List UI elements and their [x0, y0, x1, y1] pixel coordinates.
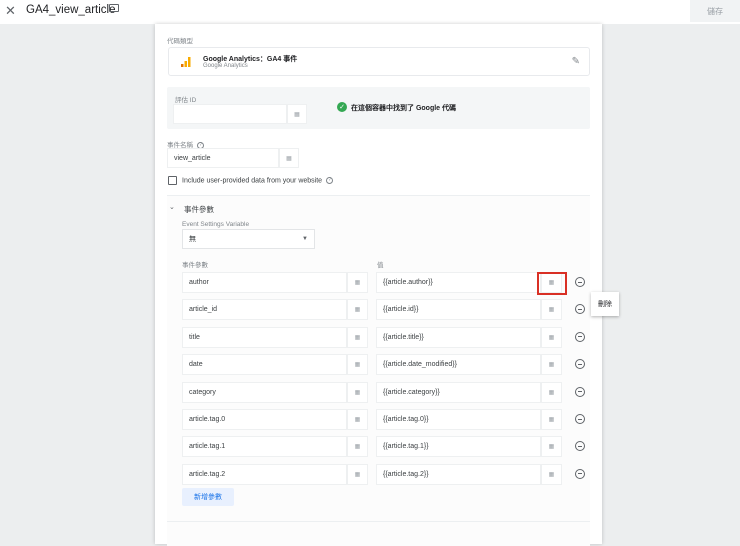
- edit-pencil-icon[interactable]: ✎: [572, 56, 580, 67]
- measurement-id-input[interactable]: [173, 104, 287, 124]
- divider: [167, 521, 590, 522]
- section-title[interactable]: 事件參數: [184, 204, 214, 215]
- value-column-label: 值: [377, 262, 384, 269]
- param-name-input[interactable]: category: [182, 381, 347, 403]
- param-value-input[interactable]: {{article.tag.1}}: [376, 436, 541, 458]
- param-value-input[interactable]: {{article.tag.0}}: [376, 409, 541, 430]
- param-value-input[interactable]: {{article.author}}: [376, 272, 541, 293]
- param-column-label: 事件參數: [182, 262, 208, 269]
- top-bar: ✕ GA4_view_article 儲存: [0, 0, 740, 24]
- event-name-input[interactable]: view_article: [167, 148, 279, 168]
- highlight-box: [537, 272, 567, 295]
- variable-picker-icon[interactable]: ▦: [541, 463, 562, 485]
- variable-picker-icon[interactable]: ▦: [287, 104, 307, 124]
- measurement-status: 在這個容器中找到了 Google 代碼: [351, 105, 456, 112]
- param-name-input[interactable]: article.tag.2: [182, 463, 347, 485]
- param-name-input[interactable]: article_id: [182, 299, 347, 321]
- folder-icon[interactable]: [109, 4, 119, 12]
- variable-picker-icon[interactable]: ▦: [347, 381, 368, 403]
- check-icon: ✓: [337, 102, 347, 112]
- measurement-id-section: 評估 ID ▦ ✓ 在這個容器中找到了 Google 代碼: [167, 87, 590, 129]
- remove-row-icon[interactable]: [575, 468, 585, 479]
- tag-config-panel: 代碼類型 Google Analytics：GA4 事件 Google Anal…: [155, 24, 602, 546]
- tag-title[interactable]: GA4_view_article: [26, 4, 115, 16]
- variable-picker-icon[interactable]: ▦: [541, 326, 562, 348]
- remove-row-icon[interactable]: [575, 277, 585, 287]
- param-name-input[interactable]: date: [182, 354, 347, 376]
- settings-var-select[interactable]: 無 ▼: [182, 229, 315, 249]
- param-name-input[interactable]: article.tag.1: [182, 436, 347, 458]
- param-name-input[interactable]: article.tag.0: [182, 409, 347, 430]
- variable-picker-icon[interactable]: ▦: [347, 409, 368, 430]
- analytics-icon: [181, 57, 191, 67]
- tag-type-label: 代碼類型: [167, 38, 193, 45]
- include-user-data-checkbox[interactable]: [168, 176, 177, 185]
- close-icon[interactable]: ✕: [5, 3, 16, 19]
- settings-var-label: Event Settings Variable: [182, 221, 250, 228]
- variable-picker-icon[interactable]: ▦: [347, 463, 368, 485]
- include-user-data-label: Include user-provided data from your web…: [182, 177, 334, 185]
- variable-picker-icon[interactable]: ▦: [347, 299, 368, 321]
- remove-row-icon[interactable]: [575, 414, 585, 424]
- param-value-input[interactable]: {{article.date_modified}}: [376, 354, 541, 376]
- param-value-input[interactable]: {{article.category}}: [376, 381, 541, 403]
- variable-picker-icon[interactable]: ▦: [347, 326, 368, 348]
- remove-row-icon[interactable]: [575, 386, 585, 397]
- delete-tooltip: 刪除: [591, 292, 619, 316]
- variable-picker-icon[interactable]: ▦: [347, 436, 368, 458]
- remove-row-icon[interactable]: [575, 331, 585, 342]
- param-value-input[interactable]: {{article.id}}: [376, 299, 541, 321]
- tag-type-card[interactable]: Google Analytics：GA4 事件 Google Analytics…: [168, 47, 590, 76]
- variable-picker-icon[interactable]: ▦: [347, 272, 368, 293]
- save-button[interactable]: 儲存: [690, 0, 740, 22]
- variable-picker-icon[interactable]: ▦: [541, 436, 562, 458]
- help-icon[interactable]: ?: [326, 177, 334, 184]
- variable-picker-icon[interactable]: ▦: [347, 354, 368, 376]
- dropdown-arrow-icon: ▼: [302, 236, 308, 242]
- variable-picker-icon[interactable]: ▦: [279, 148, 299, 168]
- chevron-down-icon[interactable]: ⌄: [169, 203, 175, 211]
- param-value-input[interactable]: {{article.title}}: [376, 326, 541, 348]
- param-name-input[interactable]: title: [182, 326, 347, 348]
- measurement-id-label: 評估 ID: [175, 97, 197, 104]
- variable-picker-icon[interactable]: ▦: [541, 299, 562, 321]
- include-user-data-text: Include user-provided data from your web…: [182, 177, 323, 185]
- add-param-button[interactable]: 新增參數: [182, 488, 234, 506]
- param-name-input[interactable]: author: [182, 272, 347, 293]
- tag-type-sub: Google Analytics: [203, 63, 248, 69]
- param-value-input[interactable]: {{article.tag.2}}: [376, 463, 541, 485]
- settings-var-value: 無: [189, 236, 196, 243]
- variable-picker-icon[interactable]: ▦: [541, 409, 562, 430]
- variable-picker-icon[interactable]: ▦: [541, 381, 562, 403]
- variable-picker-icon[interactable]: ▦: [541, 354, 562, 376]
